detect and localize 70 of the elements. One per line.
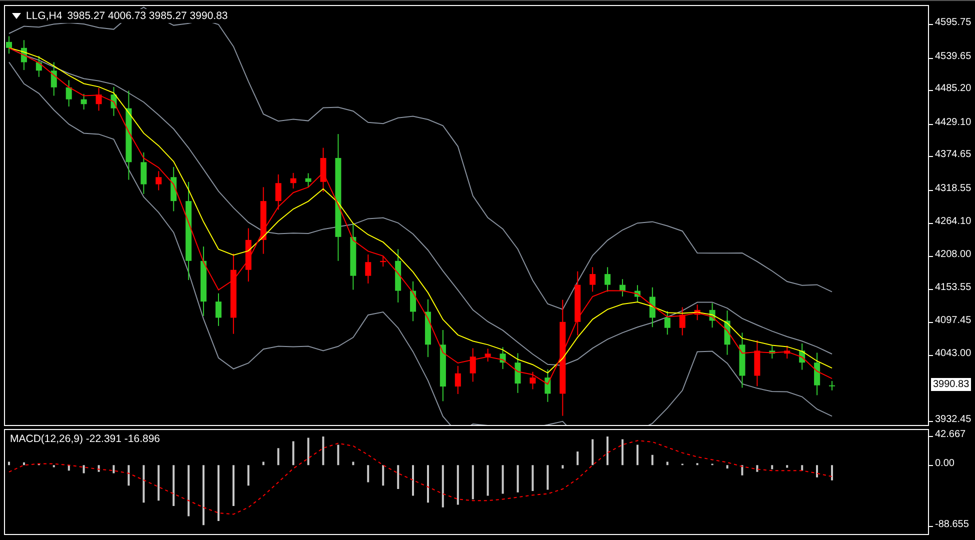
candlestick [140,152,147,195]
candlestick [604,266,611,292]
candlestick [36,55,42,78]
candlestick [814,352,820,396]
candlestick [170,166,177,212]
candlestick [20,40,27,71]
candlestick [216,292,222,326]
candlestick [500,346,506,370]
candlestick [544,368,551,402]
candlestick [590,266,596,292]
candlestick [200,246,207,316]
candlestick [320,147,326,193]
candlestick [110,86,117,116]
candlestick [769,345,776,360]
candlestick [784,345,790,360]
candlestick [156,170,162,191]
candlestick [470,348,476,382]
candlestick [724,310,730,356]
macd-title: MACD(12,26,9) -22.391 -16.896 [10,433,160,445]
price-axis-label: 4429.10 [935,116,972,129]
macd-axis-label: 0.00 [935,458,954,470]
candlestick [275,174,282,210]
price-axis-label: 3932.45 [935,414,972,426]
candlestick [484,348,491,362]
candlestick [694,304,700,321]
macd-axis-label: 42.667 [935,429,966,442]
candlestick [96,87,102,112]
candlestick [514,352,521,394]
candlestick [664,310,670,336]
candlestick [66,80,72,108]
candlestick [754,340,760,387]
candlestick [380,256,386,268]
candlestick [365,254,372,284]
candlestick [80,93,87,110]
symbol-label: LLG,H4 [26,10,62,22]
candlestick [739,332,746,388]
candlestick [799,342,806,370]
price-axis-label: 4595.75 [935,17,972,30]
price-axis-label: 4043.00 [935,348,972,360]
candlestick [829,380,835,391]
price-axis-label: 4264.10 [935,216,972,228]
candlestick [709,302,716,328]
candlestick [290,172,296,189]
price-axis-label: 4485.20 [935,83,972,96]
candlestick [649,286,656,328]
quote-values: 3985.27 4006.73 3985.27 3990.83 [67,10,228,22]
candlestick [305,172,312,188]
candlestick [395,248,402,303]
candlestick [634,284,640,303]
candlestick [260,186,266,254]
candlestick [350,222,356,290]
candlestick [530,371,536,390]
price-axis-label: 4208.00 [935,249,972,262]
price-axis-label: 4153.55 [935,282,972,294]
candlestick [424,298,431,358]
current-price-label: 3990.83 [931,378,972,392]
macd-axis-label: -88.655 [935,518,969,531]
candlestick [454,365,461,394]
candlestick [620,278,626,297]
candlestick [6,36,12,54]
candlestick [50,62,57,96]
dropdown-triangle-icon[interactable] [12,13,21,19]
candlestick [410,280,416,322]
candlestick [679,306,686,336]
price-axis-label: 4097.45 [935,315,972,328]
price-axis-label: 4539.65 [935,50,972,63]
price-axis-label: 4318.55 [935,182,972,195]
price-axis-label: 4374.65 [935,149,972,162]
candlestick [245,228,252,282]
candlestick [574,270,581,336]
